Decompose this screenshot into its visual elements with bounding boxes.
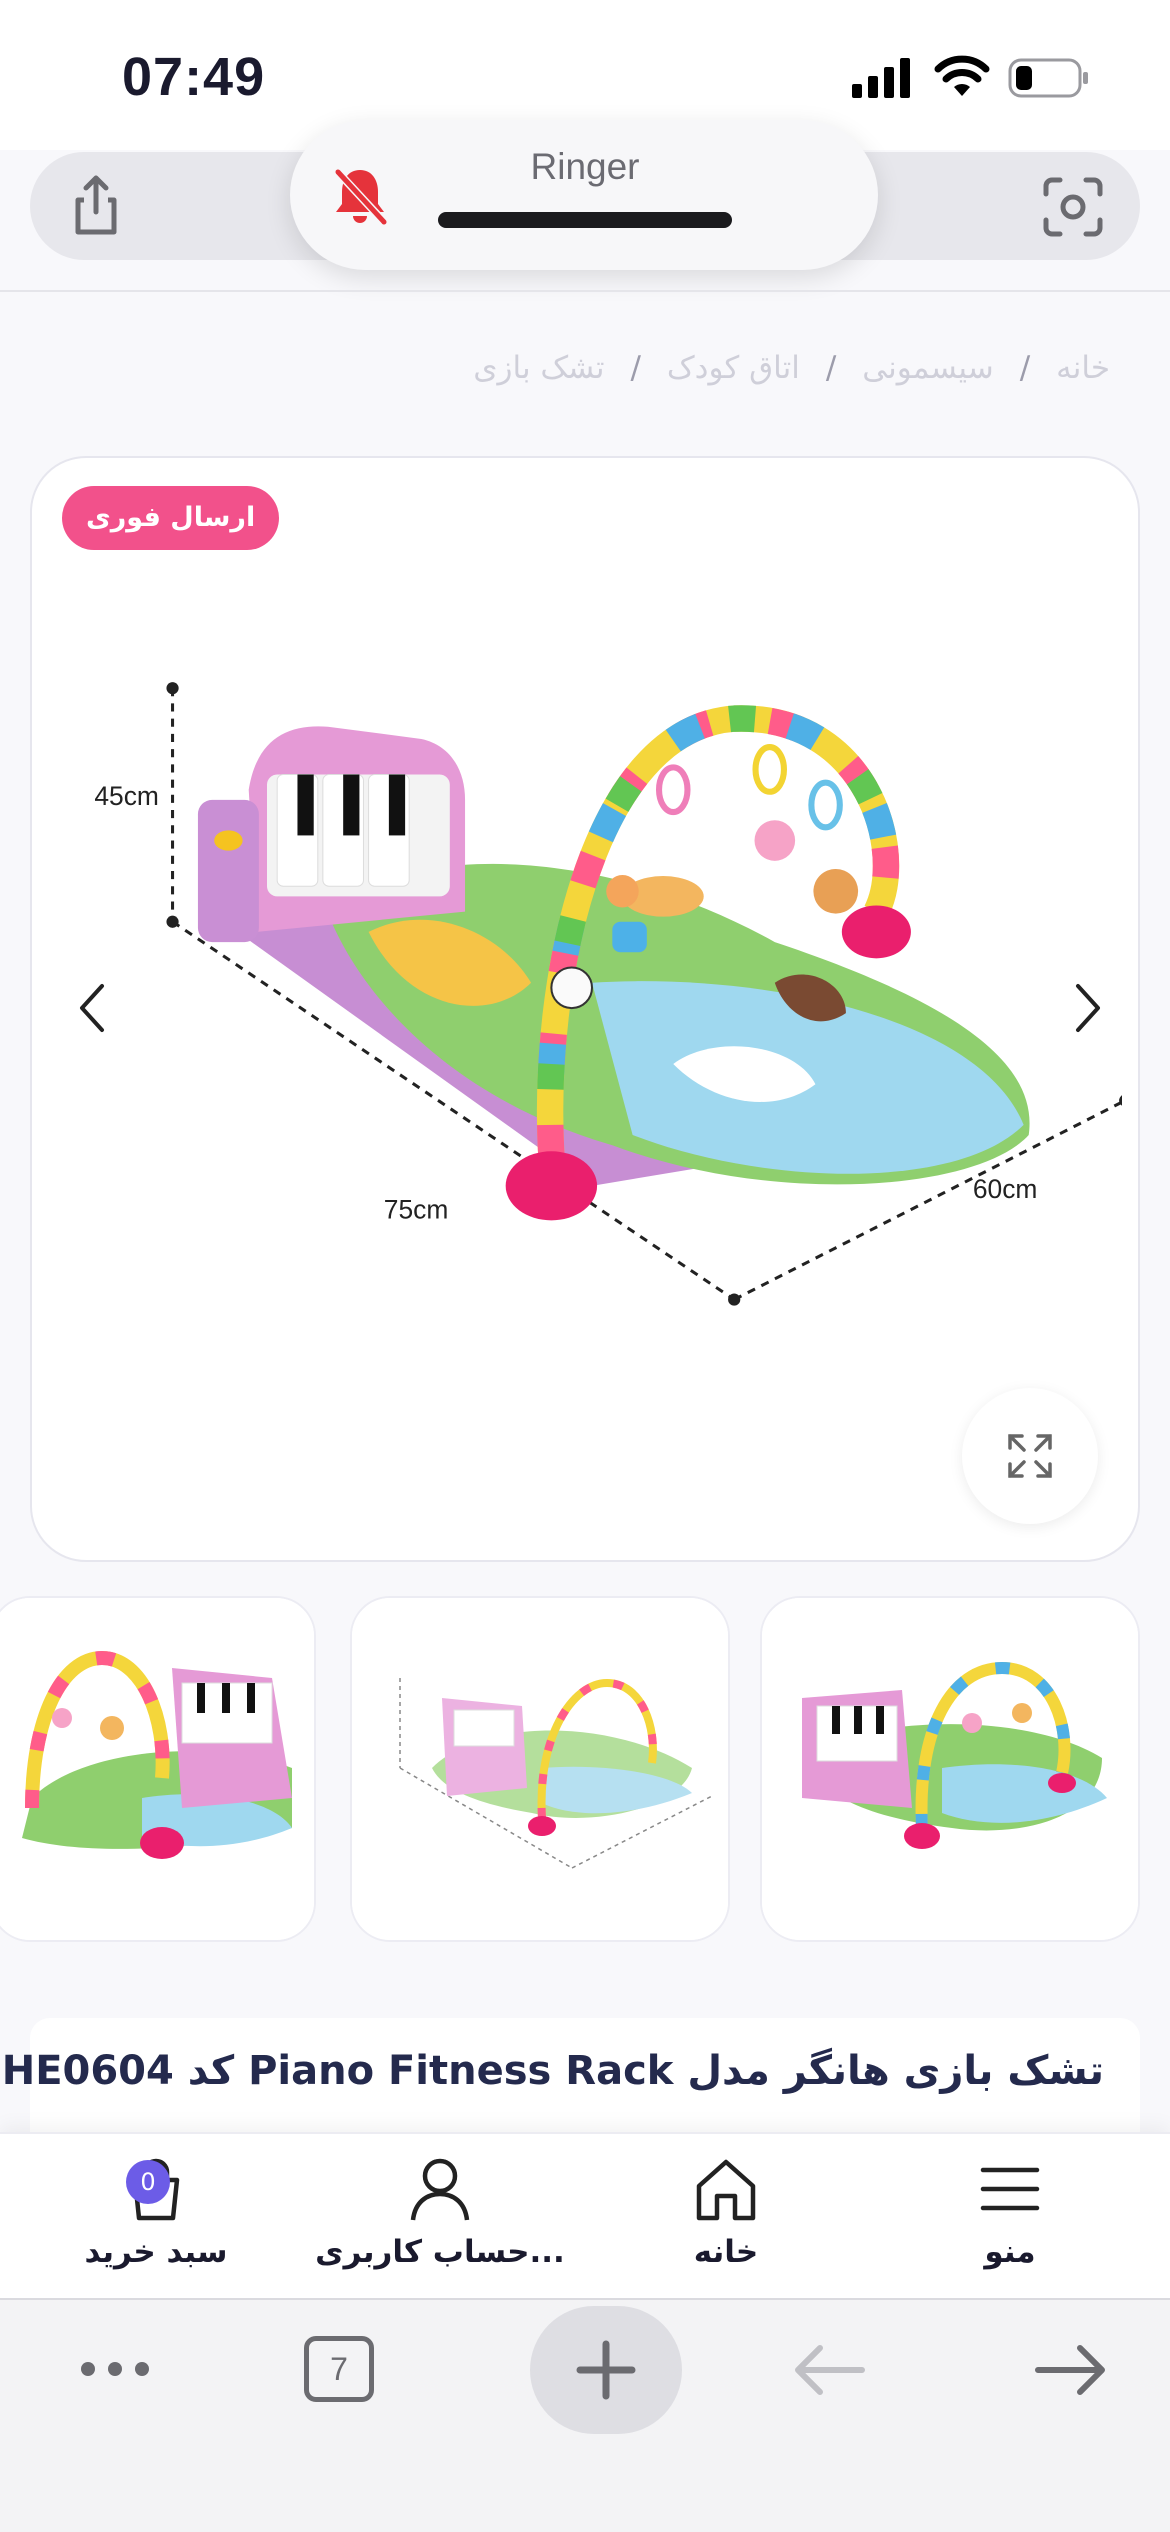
expand-icon: [1008, 1434, 1052, 1478]
nav-account[interactable]: حساب کاربری...: [310, 2154, 570, 2284]
tabs-button[interactable]: 7: [304, 2336, 374, 2402]
nav-cart[interactable]: 0 سبد خرید: [26, 2154, 286, 2284]
breadcrumb-separator: /: [1019, 350, 1031, 386]
browser-toolbar: 7: [0, 2298, 1170, 2532]
breadcrumb: خانه / سیسمونی / اتاق کودک / تشک بازی: [473, 346, 1110, 390]
menu-icon: [980, 2167, 1040, 2211]
visual-lookup-icon[interactable]: [1040, 174, 1106, 240]
forward-arrow-icon[interactable]: [1030, 2340, 1110, 2400]
nav-home[interactable]: خانه: [596, 2154, 856, 2284]
bell-muted-icon: [333, 167, 389, 227]
fast-delivery-badge: ارسال فوری: [62, 486, 280, 550]
dimension-length-label: 75cm: [384, 1194, 449, 1224]
more-icon[interactable]: [78, 2352, 152, 2386]
cellular-signal-icon: [852, 58, 910, 98]
product-title: تشک بازی هانگر مدل Piano Fitness Rack کد…: [1, 2048, 1104, 2094]
breadcrumb-separator: /: [630, 350, 641, 386]
share-icon[interactable]: [62, 172, 130, 240]
product-info-card: تشک بازی هانگر مدل Piano Fitness Rack کد…: [2, 2018, 1140, 2138]
breadcrumb-current: تشک بازی: [473, 350, 605, 386]
ringer-volume-bar: [438, 212, 732, 228]
new-tab-button[interactable]: [530, 2306, 682, 2434]
user-icon: [410, 2158, 470, 2221]
product-image[interactable]: 45cm 75cm 60cm: [62, 678, 1122, 1328]
dimension-width-label: 60cm: [973, 1174, 1038, 1204]
wifi-icon: [934, 55, 990, 96]
nav-menu[interactable]: منو: [880, 2154, 1140, 2284]
ringer-notification: Ringer: [290, 120, 878, 270]
breadcrumb-nursery[interactable]: اتاق کودک: [667, 350, 800, 386]
nav-home-label: خانه: [693, 2234, 759, 2270]
cart-count-badge: 0: [126, 2160, 170, 2204]
bottom-navigation: 0 سبد خرید حساب کاربری... خانه منو: [0, 2132, 1170, 2298]
breadcrumb-sismoni[interactable]: سیسمونی: [862, 350, 993, 386]
nav-menu-label: منو: [984, 2234, 1036, 2270]
back-arrow-icon[interactable]: [790, 2340, 870, 2400]
home-icon: [696, 2159, 756, 2221]
gallery-thumbnail[interactable]: [350, 1596, 730, 1942]
plus-icon: [576, 2340, 636, 2400]
breadcrumb-home[interactable]: خانه: [1056, 350, 1110, 386]
ringer-label: Ringer: [530, 146, 640, 187]
nav-account-label: حساب کاربری...: [315, 2234, 565, 2270]
dimension-height-label: 45cm: [94, 781, 159, 811]
expand-image-button[interactable]: [962, 1388, 1098, 1524]
web-divider: [0, 290, 1170, 292]
nav-cart-label: سبد خرید: [84, 2234, 228, 2270]
breadcrumb-separator: /: [825, 350, 837, 386]
status-time: 07:49: [122, 47, 266, 107]
battery-icon: [1008, 58, 1088, 98]
gallery-thumbnail[interactable]: [760, 1596, 1140, 1942]
gallery-thumbnail[interactable]: [0, 1596, 316, 1942]
product-gallery: ارسال فوری 45cm 75cm 60cm: [30, 456, 1140, 1562]
